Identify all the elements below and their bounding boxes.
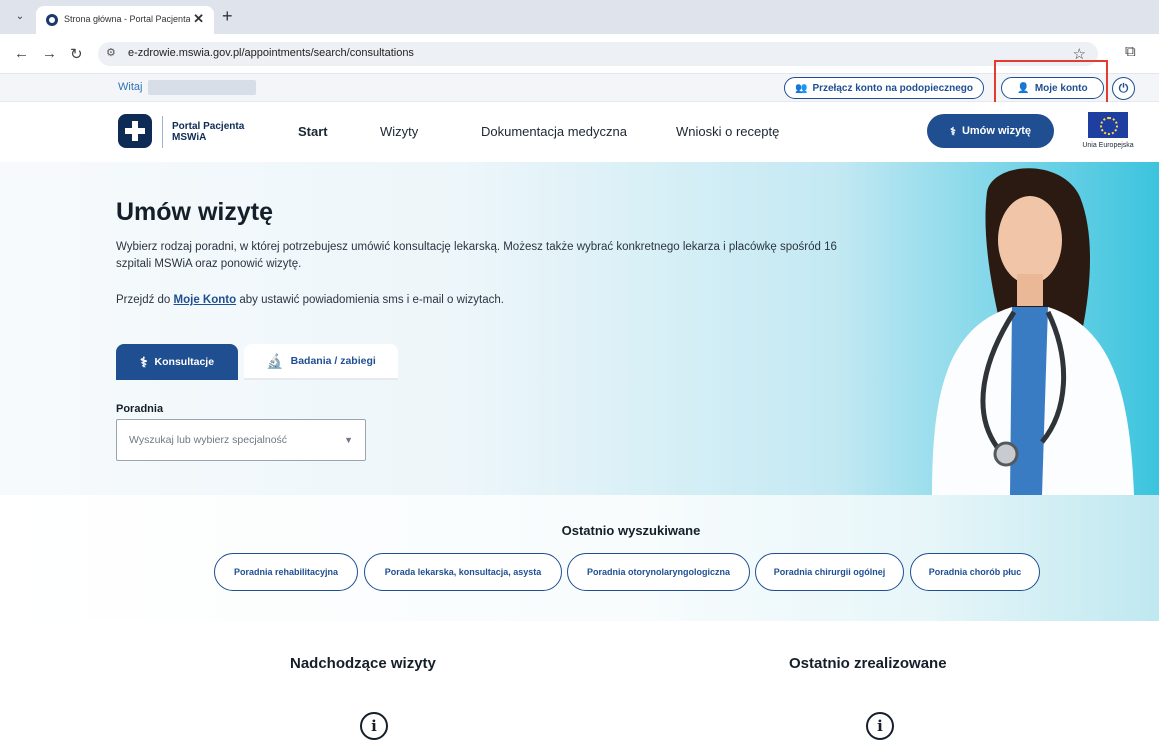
back-arrow-icon[interactable]: ← <box>14 45 29 62</box>
browser-tab-active[interactable]: Strona główna - Portal Pacjenta M ✕ <box>36 6 214 34</box>
hero-description: Wybierz rodzaj poradni, w której potrzeb… <box>116 241 837 270</box>
doctor-illustration <box>932 168 1134 495</box>
info-icon: i <box>360 712 388 740</box>
recent-chip[interactable]: Poradnia chirurgii ogólnej <box>755 553 904 591</box>
tab-search-chevron-icon[interactable]: ⌄ <box>12 9 28 25</box>
tab-konsultacje[interactable]: ⚕ Konsultacje <box>116 344 238 380</box>
annotation-highlight-box <box>994 60 1108 108</box>
portal-logo-cross-icon[interactable] <box>118 114 152 148</box>
completed-visits-title: Ostatnio zrealizowane <box>789 655 947 672</box>
hero-account-prompt: Przejdź do Moje Konto aby ustawić powiad… <box>116 294 504 306</box>
book-visit-label: Umów wizytę <box>961 125 1032 137</box>
doctor-neck <box>1017 274 1043 306</box>
tab-badania-zabiegi[interactable]: 🔬 Badania / zabiegi <box>244 344 398 380</box>
extensions-icon[interactable]: ⧉ <box>1125 43 1136 60</box>
page-title: Umów wizytę <box>116 198 273 226</box>
specialty-select-placeholder: Wyszukaj lub wybierz specjalność <box>129 434 288 446</box>
poradnia-label: Poradnia <box>116 403 164 415</box>
nav-wnioski-o-recepte[interactable]: Wnioski o receptę <box>676 124 779 139</box>
stethoscope-icon: ⚕ <box>949 125 956 138</box>
greeting-text: Witaj <box>118 81 143 93</box>
switch-account-label: Przełącz konto na podopiecznego <box>812 82 974 94</box>
forward-arrow-icon[interactable]: → <box>42 45 57 62</box>
recent-searches-title: Ostatnio wyszukiwane <box>561 523 701 538</box>
site-info-icon[interactable]: ⚙ <box>106 46 116 59</box>
hero-section: Umów wizytę Wybierz rodzaj poradni, w kt… <box>0 162 1159 495</box>
chevron-down-icon: ▼ <box>344 435 353 445</box>
my-account-link[interactable]: Moje Konto <box>174 294 237 306</box>
book-visit-button[interactable]: ⚕ Umów wizytę <box>927 114 1054 148</box>
prompt-before: Przejdź do <box>116 294 174 306</box>
recent-chip[interactable]: Porada lekarska, konsultacja, asysta <box>364 553 562 591</box>
browser-tab-title: Strona główna - Portal Pacjenta M <box>64 14 190 24</box>
recent-chip[interactable]: Poradnia rehabilitacyjna <box>214 553 358 591</box>
stethoscope-icon: ⚕ <box>139 353 148 370</box>
new-tab-icon[interactable]: + <box>222 6 233 27</box>
prompt-after: aby ustawić powiadomienia sms i e-mail o… <box>236 294 504 306</box>
recent-chip[interactable]: Poradnia otorynolaryngologiczna <box>567 553 750 591</box>
reload-icon[interactable]: ↻ <box>70 45 83 63</box>
portal-logo-text[interactable]: Portal Pacjenta MSWiA <box>172 121 262 143</box>
redacted-user-name <box>148 80 256 95</box>
url-omnibox[interactable]: ⚙ e-zdrowie.mswia.gov.pl/appointments/se… <box>98 42 1098 66</box>
visits-overview: Nadchodzące wizyty i Ostatnio zrealizowa… <box>0 621 1159 740</box>
close-tab-icon[interactable]: ✕ <box>193 11 204 27</box>
recent-searches-section: Ostatnio wyszukiwane Poradnia rehabilita… <box>0 495 1159 621</box>
eu-label: Unia Europejska <box>1082 142 1134 149</box>
tab-badania-label: Badania / zabiegi <box>290 355 376 367</box>
doctor-scrubs <box>1010 307 1048 495</box>
site-header: Portal Pacjenta MSWiA Start Wizyty Dokum… <box>0 102 1159 162</box>
upcoming-visits-title: Nadchodzące wizyty <box>290 655 436 672</box>
stethoscope-chest-piece <box>993 441 1019 467</box>
doctor-face <box>998 196 1062 284</box>
browser-address-bar: ← → ↻ ⚙ e-zdrowie.mswia.gov.pl/appointme… <box>0 34 1159 74</box>
switch-account-button[interactable]: 👥 Przełącz konto na podopiecznego <box>784 77 984 99</box>
nav-start[interactable]: Start <box>298 124 328 139</box>
site-favicon-icon <box>46 14 58 26</box>
specialty-select[interactable]: Wyszukaj lub wybierz specjalność ▼ <box>116 419 366 461</box>
logo-divider <box>162 116 163 148</box>
account-top-bar: Witaj 👥 Przełącz konto na podopiecznego … <box>0 74 1159 102</box>
microscope-icon: 🔬 <box>266 352 284 369</box>
url-text[interactable]: e-zdrowie.mswia.gov.pl/appointments/sear… <box>128 47 414 59</box>
info-icon: i <box>866 712 894 740</box>
eu-flag-icon <box>1088 112 1128 138</box>
browser-tab-bar: ⌄ Strona główna - Portal Pacjenta M ✕ + <box>0 0 1159 34</box>
nav-wizyty[interactable]: Wizyty <box>380 124 418 139</box>
nav-dokumentacja-medyczna[interactable]: Dokumentacja medyczna <box>481 124 627 139</box>
users-icon: 👥 <box>794 82 808 94</box>
logout-power-icon[interactable]: ⏻ <box>1112 77 1135 100</box>
recent-chip[interactable]: Poradnia chorób płuc <box>910 553 1040 591</box>
tab-konsultacje-label: Konsultacje <box>154 356 215 368</box>
